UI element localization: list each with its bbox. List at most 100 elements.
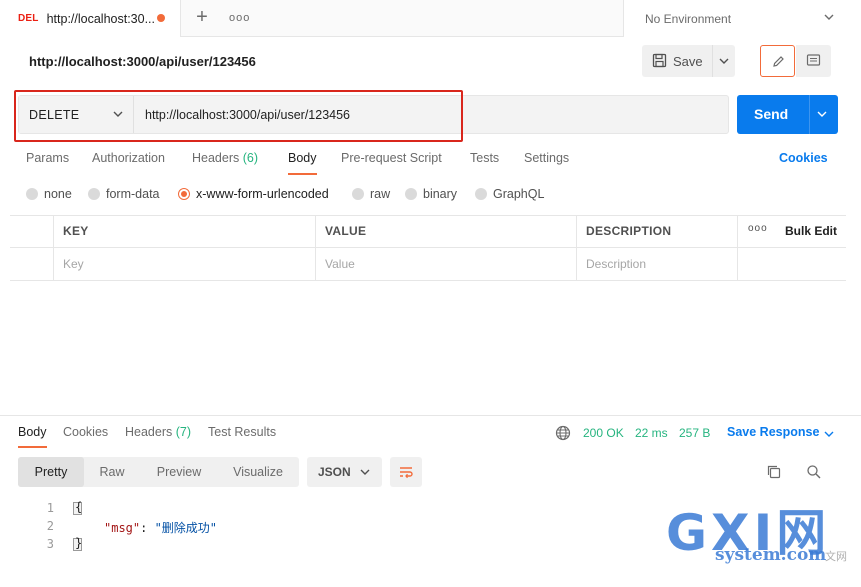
bulk-edit-button[interactable]: Bulk Edit [785,224,837,238]
json-colon: : [140,521,155,535]
wrap-lines-button[interactable] [390,457,422,487]
table-divider [53,215,54,281]
documentation-button[interactable] [796,45,831,77]
chevron-down-icon [113,111,123,117]
view-mode-preview[interactable]: Preview [146,457,212,487]
response-divider[interactable] [0,415,861,416]
line-number: 2 [46,519,54,533]
tab-tests[interactable]: Tests [470,151,499,165]
headers-count: (7) [175,425,192,439]
radio-circle-icon [475,188,487,200]
json-value: "删除成功" [154,521,218,535]
line-number: 3 [46,537,54,551]
search-icon[interactable] [806,464,822,480]
radio-raw[interactable]: raw [352,187,390,201]
save-button[interactable]: Save [642,45,735,77]
radio-graphql[interactable]: GraphQL [475,187,544,201]
table-border [10,280,846,281]
json-key: "msg" [104,521,141,535]
tab-title: http://localhost:30... [46,11,156,26]
tab-options-more-icon[interactable]: ooo [229,12,250,24]
response-view-modes: Pretty Raw Preview Visualize [18,457,299,487]
tab-body[interactable]: Body [288,151,317,175]
tab-params[interactable]: Params [26,151,69,165]
comment-icon [806,54,821,66]
method-select[interactable]: DELETE [19,96,134,133]
code-line: "msg": "删除成功" [104,519,217,536]
active-tab-underline [18,446,47,448]
save-label: Save [673,54,703,69]
method-label: DELETE [29,108,80,122]
description-input[interactable]: Description [586,257,646,271]
radio-circle-icon [352,188,364,200]
response-tab-body[interactable]: Body [18,425,47,448]
status-code[interactable]: 200 OK [583,426,624,440]
request-bar: DELETE http://localhost:3000/api/user/12… [18,95,729,134]
tab-headers[interactable]: Headers (6) [192,151,258,165]
save-dropdown-chevron-icon[interactable] [718,55,730,67]
response-code-editor[interactable]: 1 2 3 { "msg": "删除成功" } [0,498,861,558]
wrap-lines-icon [400,467,413,479]
active-tab-underline [288,173,317,175]
copy-icon[interactable] [766,464,782,480]
save-divider [712,45,713,77]
table-divider [737,215,738,281]
response-tab-headers[interactable]: Headers (7) [125,425,191,439]
value-input[interactable]: Value [325,257,355,271]
radio-x-www-form-urlencoded[interactable]: x-www-form-urlencoded [178,187,329,201]
format-label: JSON [318,465,351,479]
unsaved-dot-icon [157,14,165,22]
cookies-link[interactable]: Cookies [779,151,828,165]
key-value-table: KEY VALUE DESCRIPTION ooo Bulk Edit Key … [10,215,846,281]
new-tab-plus-icon[interactable]: + [193,7,211,27]
table-divider [315,215,316,281]
response-size[interactable]: 257 B [679,426,710,440]
radio-none[interactable]: none [26,187,72,201]
tab-bar: DEL http://localhost:30... + ooo No Envi… [0,0,861,37]
chevron-down-icon [360,469,370,475]
edit-mode-button[interactable] [760,45,795,77]
view-mode-toggle [760,45,831,77]
table-border [10,247,846,248]
table-divider [576,215,577,281]
open-brace: { [75,500,83,514]
response-tab-test-results[interactable]: Test Results [208,425,276,439]
radio-circle-icon [405,188,417,200]
send-label: Send [754,106,789,122]
tab-settings[interactable]: Settings [524,151,569,165]
radio-selected-icon [178,188,190,200]
table-border [10,215,846,216]
radio-circle-icon [26,188,38,200]
column-header-key: KEY [63,224,89,238]
send-divider [809,95,810,134]
format-select[interactable]: JSON [307,457,382,487]
headers-count: (6) [242,151,259,165]
pencil-icon [773,56,784,67]
column-header-value: VALUE [325,224,367,238]
view-mode-visualize[interactable]: Visualize [222,457,294,487]
view-mode-pretty[interactable]: Pretty [18,457,84,487]
radio-circle-icon [88,188,100,200]
url-input[interactable]: http://localhost:3000/api/user/123456 [145,108,350,122]
save-response-button[interactable]: Save Response [727,425,834,439]
line-number: 1 [46,501,54,515]
key-input[interactable]: Key [63,257,84,271]
column-options-more-icon[interactable]: ooo [748,223,768,234]
response-time[interactable]: 22 ms [635,426,668,440]
response-tab-cookies[interactable]: Cookies [63,425,108,439]
tab-method: DEL [18,13,39,24]
send-button[interactable]: Send [737,95,838,134]
environment-label: No Environment [645,11,732,26]
radio-form-data[interactable]: form-data [88,187,160,201]
radio-binary[interactable]: binary [405,187,457,201]
chevron-down-icon [824,14,834,20]
environment-selector[interactable]: No Environment [623,0,861,37]
tab-pre-request-script[interactable]: Pre-request Script [341,151,442,165]
close-brace: } [75,536,83,550]
tab-authorization[interactable]: Authorization [92,151,165,165]
view-mode-raw[interactable]: Raw [88,457,136,487]
column-header-description: DESCRIPTION [586,224,672,238]
globe-icon[interactable] [555,425,571,441]
request-tab[interactable]: DEL http://localhost:30... [0,0,181,37]
send-dropdown-chevron-icon[interactable] [816,108,828,120]
